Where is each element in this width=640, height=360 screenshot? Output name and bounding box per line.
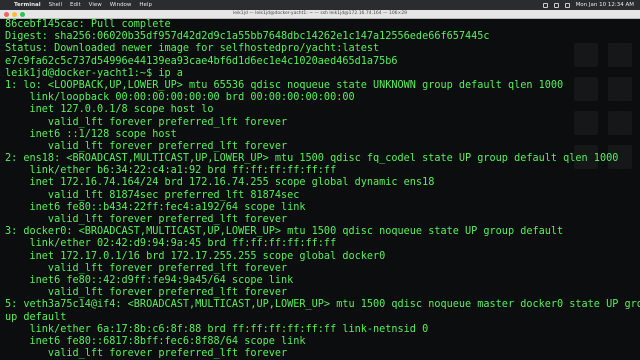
close-window-button[interactable] [4, 11, 9, 17]
macos-menu-bar: Terminal Shell Edit View Window Help Mon… [0, 0, 640, 10]
terminal-line: inet6 fe80::42:d9ff:fe94:9a45/64 scope l… [5, 274, 294, 286]
terminal-line: e7c9fa62c5c737d54996e44139ea93cae4bf6d1d… [5, 55, 398, 67]
terminal-line: link/ether 02:42:d9:94:9a:45 brd ff:ff:f… [5, 238, 337, 250]
terminal-line: inet 172.17.0.1/16 brd 172.17.255.255 sc… [5, 250, 386, 262]
terminal-line: link/loopback 00:00:00:00:00:00 brd 00:0… [5, 92, 355, 104]
terminal-line: 5: veth3a75c14@if4: <BROADCAST,MULTICAST… [5, 299, 640, 311]
terminal-line: 3: docker0: <BROADCAST,MULTICAST,UP,LOWE… [5, 226, 564, 238]
terminal-line: valid_lft forever preferred_lft forever [5, 287, 288, 299]
terminal-line: 86cebf145cac: Pull complete [5, 19, 171, 30]
terminal-line: valid_lft 81874sec preferred_lft 81874se… [5, 189, 300, 201]
menu-app-name[interactable]: Terminal [14, 2, 41, 8]
status-icon[interactable] [542, 2, 548, 8]
menu-shell[interactable]: Shell [49, 2, 62, 8]
terminal-line: valid_lft forever preferred_lft forever [5, 140, 288, 152]
terminal-line: 2: ens18: <BROADCAST,MULTICAST,UP,LOWER_… [5, 153, 619, 165]
terminal-line: inet6 ::1/128 scope host [5, 128, 177, 140]
terminal-line: link/ether b6:34:22:c4:a1:92 brd ff:ff:f… [5, 165, 337, 177]
terminal-output-area[interactable]: 86cebf145cac: Pull complete Digest: sha25… [0, 19, 640, 360]
terminal-line: valid_lft forever preferred_lft forever [5, 348, 288, 360]
terminal-line: link/ether 6a:17:8b:c6:8f:88 brd ff:ff:f… [5, 323, 429, 335]
terminal-line: inet6 fe80::b434:22ff:fec4:a192/64 scope… [5, 201, 306, 213]
minimize-window-button[interactable] [12, 11, 17, 17]
terminal-line: leik1jd@docker-yacht1:~$ ip a [5, 67, 183, 79]
wifi-icon[interactable] [553, 2, 559, 8]
menu-view[interactable]: View [89, 2, 102, 8]
menu-clock[interactable]: Mon Jan 10 12:34 AM [576, 2, 634, 8]
terminal-line: valid_lft forever preferred_lft forever [5, 214, 288, 225]
terminal-line: valid_lft forever preferred_lft forever [5, 116, 288, 128]
menu-help[interactable]: Help [139, 2, 152, 8]
terminal-line: up default [5, 311, 67, 323]
window-title: leik1jd — leik1jd@docker-yacht1: ~ — ssh… [232, 11, 408, 16]
terminal-line: valid_lft forever preferred_lft forever [5, 262, 288, 274]
terminal-line: inet 127.0.0.1/8 scope host lo [5, 104, 214, 116]
terminal-line: inet 172.16.74.164/24 brd 172.16.74.255 … [5, 177, 435, 189]
zoom-window-button[interactable] [20, 11, 25, 17]
terminal-lines: 86cebf145cac: Pull complete Digest: sha25… [5, 19, 640, 360]
terminal-line: Status: Downloaded newer image for selfh… [5, 43, 380, 55]
menu-edit[interactable]: Edit [70, 2, 81, 8]
terminal-line: 1: lo: <LOOPBACK,UP,LOWER_UP> mtu 65536 … [5, 79, 564, 91]
battery-icon[interactable] [564, 2, 570, 8]
window-title-bar[interactable]: leik1jd — leik1jd@docker-yacht1: ~ — ssh… [0, 10, 640, 19]
terminal-line: inet6 fe80::6817:8bff:fec6:8f88/64 scope… [5, 335, 306, 347]
terminal-line: Digest: sha256:06020b35df957d42d2d9c1a55… [5, 31, 490, 43]
menu-window[interactable]: Window [110, 2, 132, 8]
window-controls [0, 11, 25, 17]
